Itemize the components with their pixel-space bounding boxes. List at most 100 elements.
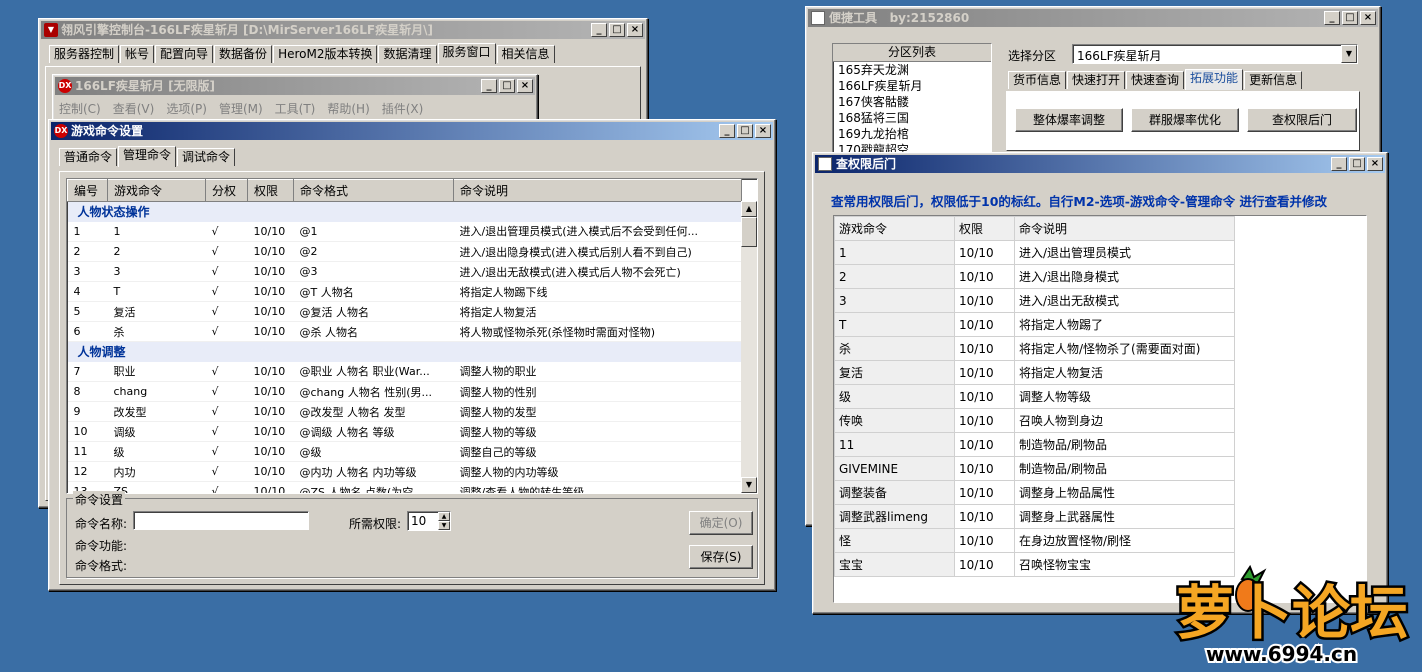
m2-menu-item[interactable]: 查看(V): [113, 102, 155, 116]
table-cell: 7: [67, 361, 108, 382]
zone-list-item[interactable]: 169九龙抬棺: [838, 126, 991, 142]
table-cell: 调整身上物品属性: [1014, 480, 1235, 505]
table-row[interactable]: 级 10/10 调整人物等级: [834, 384, 1235, 409]
check-backdoor-button[interactable]: 查权限后门: [1247, 108, 1357, 132]
m2-menu-item[interactable]: 选项(P): [166, 102, 207, 116]
m2-menu-item[interactable]: 插件(X): [382, 102, 424, 116]
table-row[interactable]: 2 10/10 进入/退出隐身模式: [834, 264, 1235, 289]
table-row[interactable]: 传唤 10/10 召唤人物到身边: [834, 408, 1235, 433]
maximize-icon[interactable]: □: [499, 79, 515, 93]
minimize-icon[interactable]: _: [1331, 157, 1347, 171]
engine-tab[interactable]: 相关信息: [496, 45, 555, 63]
table-row[interactable]: 调整武器limeng 10/10 调整身上武器属性: [834, 504, 1235, 529]
table-row[interactable]: 2 2 √ 10/10 @2 进入/退出隐身模式(进入模式后别人看不到自己): [67, 241, 742, 262]
table-row[interactable]: 杀 10/10 将指定人物/怪物杀了(需要面对面): [834, 336, 1235, 361]
table-row[interactable]: 3 10/10 进入/退出无敌模式: [834, 288, 1235, 313]
maximize-icon[interactable]: □: [1349, 157, 1365, 171]
column-header[interactable]: 编号: [67, 179, 108, 202]
spin-down-icon[interactable]: ▼: [438, 521, 450, 530]
zone-list-item[interactable]: 168猛将三国: [838, 110, 991, 126]
table-row[interactable]: 3 3 √ 10/10 @3 进入/退出无敌模式(进入模式后人物不会死亡): [67, 261, 742, 282]
backdoor-titlebar[interactable]: 查权限后门 _ □ ×: [815, 155, 1385, 173]
table-row[interactable]: 12 内功 √ 10/10 @内功 人物名 内功等级 调整人物的内功等级: [67, 461, 742, 482]
engine-tab[interactable]: 服务窗口: [437, 43, 496, 64]
table-row[interactable]: 1 10/10 进入/退出管理员模式: [834, 240, 1235, 265]
table-row[interactable]: 11 10/10 制造物品/刷物品: [834, 432, 1235, 457]
close-icon[interactable]: ×: [1360, 11, 1376, 25]
close-icon[interactable]: ×: [755, 124, 771, 138]
table-row[interactable]: 8 chang √ 10/10 @chang 人物名 性别(男... 调整人物的性别: [67, 381, 742, 402]
minimize-icon[interactable]: _: [1324, 11, 1340, 25]
tools-titlebar[interactable]: 便捷工具 by:2152860 _ □ ×: [808, 9, 1378, 27]
table-row[interactable]: 11 级 √ 10/10 @级 调整自己的等级: [67, 441, 742, 462]
table-row[interactable]: 1 1 √ 10/10 @1 进入/退出管理员模式(进入模式后不会受到任何...: [67, 221, 742, 242]
confirm-button[interactable]: 确定(O): [689, 511, 753, 535]
command-list-scrollbar[interactable]: ▲ ▼: [741, 201, 757, 493]
m2-menu-item[interactable]: 管理(M): [219, 102, 263, 116]
engine-tab[interactable]: 帐号: [120, 45, 155, 63]
minimize-icon[interactable]: _: [719, 124, 735, 138]
zone-list-item[interactable]: 166LF疾星斩月: [838, 78, 991, 94]
m2-menu-item[interactable]: 控制(C): [59, 102, 101, 116]
chevron-down-icon[interactable]: ▼: [1341, 45, 1357, 63]
engine-tab[interactable]: 服务器控制: [49, 45, 120, 63]
table-row[interactable]: 4 T √ 10/10 @T 人物名 将指定人物踢下线: [67, 281, 742, 302]
close-icon[interactable]: ×: [627, 23, 643, 37]
tools-title-text: 便捷工具: [829, 11, 878, 25]
engine-tab[interactable]: 数据清理: [378, 45, 437, 63]
spin-up-icon[interactable]: ▲: [438, 512, 450, 521]
zone-list-item[interactable]: 165弃天龙渊: [838, 62, 991, 78]
table-row[interactable]: 调整装备 10/10 调整身上物品属性: [834, 480, 1235, 505]
command-tab[interactable]: 普通命令: [59, 148, 118, 166]
scroll-thumb[interactable]: [741, 217, 757, 247]
tools-tab[interactable]: 拓展功能: [1185, 69, 1244, 90]
scroll-up-icon[interactable]: ▲: [741, 201, 757, 217]
column-header[interactable]: 命令格式: [293, 179, 454, 202]
group-drop-rate-button[interactable]: 群服爆率优化: [1131, 108, 1239, 132]
table-row[interactable]: 9 改发型 √ 10/10 @改发型 人物名 发型 调整人物的发型: [67, 401, 742, 422]
scroll-down-icon[interactable]: ▼: [741, 477, 757, 493]
game-command-titlebar[interactable]: DX 游戏命令设置 _ □ ×: [51, 122, 773, 140]
zone-dropdown[interactable]: 166LF疾星斩月 ▼: [1072, 44, 1358, 64]
table-row[interactable]: 10 调级 √ 10/10 @调级 人物名 等级 调整人物的等级: [67, 421, 742, 442]
table-row[interactable]: 7 职业 √ 10/10 @职业 人物名 职业(War... 调整人物的职业: [67, 361, 742, 382]
zone-list-item[interactable]: 167侠客骷髅: [838, 94, 991, 110]
engine-tab[interactable]: 数据备份: [214, 45, 273, 63]
table-row[interactable]: 复活 10/10 将指定人物复活: [834, 360, 1235, 385]
table-row[interactable]: 5 复活 √ 10/10 @复活 人物名 将指定人物复活: [67, 301, 742, 322]
maximize-icon[interactable]: □: [609, 23, 625, 37]
required-permission-spinner[interactable]: 10 ▲ ▼: [407, 511, 451, 531]
column-header[interactable]: 游戏命令: [107, 179, 206, 202]
engine-console-titlebar[interactable]: ▼ 翎风引擎控制台-166LF疾星斩月 [D:\MirServer166LF疾星…: [41, 21, 645, 39]
command-tab[interactable]: 管理命令: [118, 146, 177, 167]
m2-titlebar[interactable]: DX 166LF疾星斩月 [无限版] _ □ ×: [55, 77, 535, 95]
m2-menu-item[interactable]: 工具(T): [275, 102, 316, 116]
overall-drop-rate-button[interactable]: 整体爆率调整: [1015, 108, 1123, 132]
table-row[interactable]: 怪 10/10 在身边放置怪物/刷怪: [834, 528, 1235, 553]
maximize-icon[interactable]: □: [1342, 11, 1358, 25]
table-row[interactable]: 6 杀 √ 10/10 @杀 人物名 将人物或怪物杀死(杀怪物时需面对怪物): [67, 321, 742, 342]
command-tab[interactable]: 调试命令: [177, 148, 236, 166]
engine-tab[interactable]: 配置向导: [155, 45, 214, 63]
table-row[interactable]: 13 ZS √ 10/10 @ZS 人物名 点数(为空... 调整/查看人物的转生等级: [67, 481, 742, 493]
m2-menu-item[interactable]: 帮助(H): [327, 102, 369, 116]
column-header[interactable]: 权限: [247, 179, 294, 202]
tools-tab[interactable]: 更新信息: [1244, 71, 1303, 89]
close-icon[interactable]: ×: [1367, 157, 1383, 171]
zone-list[interactable]: 分区列表 165弃天龙渊 166LF疾星斩月 167侠客骷髅 168猛将三国 169九龙…: [832, 43, 992, 155]
tools-tab[interactable]: 快速查询: [1126, 71, 1185, 89]
column-header[interactable]: 分权: [205, 179, 248, 202]
command-name-input[interactable]: [133, 511, 309, 530]
tools-tab[interactable]: 货币信息: [1008, 71, 1067, 89]
maximize-icon[interactable]: □: [737, 124, 753, 138]
command-list[interactable]: 编号 游戏命令 分权 权限 命令格式 命令说明 人物状态操作 1 1 √ 10/10 @1 进入/退出…: [66, 178, 758, 494]
column-header[interactable]: 命令说明: [453, 179, 742, 202]
engine-tab[interactable]: HeroM2版本转换: [273, 45, 378, 63]
table-row[interactable]: GIVEMINE 10/10 制造物品/刷物品: [834, 456, 1235, 481]
save-button[interactable]: 保存(S): [689, 545, 753, 569]
tools-tab[interactable]: 快速打开: [1067, 71, 1126, 89]
minimize-icon[interactable]: _: [591, 23, 607, 37]
minimize-icon[interactable]: _: [481, 79, 497, 93]
close-icon[interactable]: ×: [517, 79, 533, 93]
table-row[interactable]: T 10/10 将指定人物踢了: [834, 312, 1235, 337]
